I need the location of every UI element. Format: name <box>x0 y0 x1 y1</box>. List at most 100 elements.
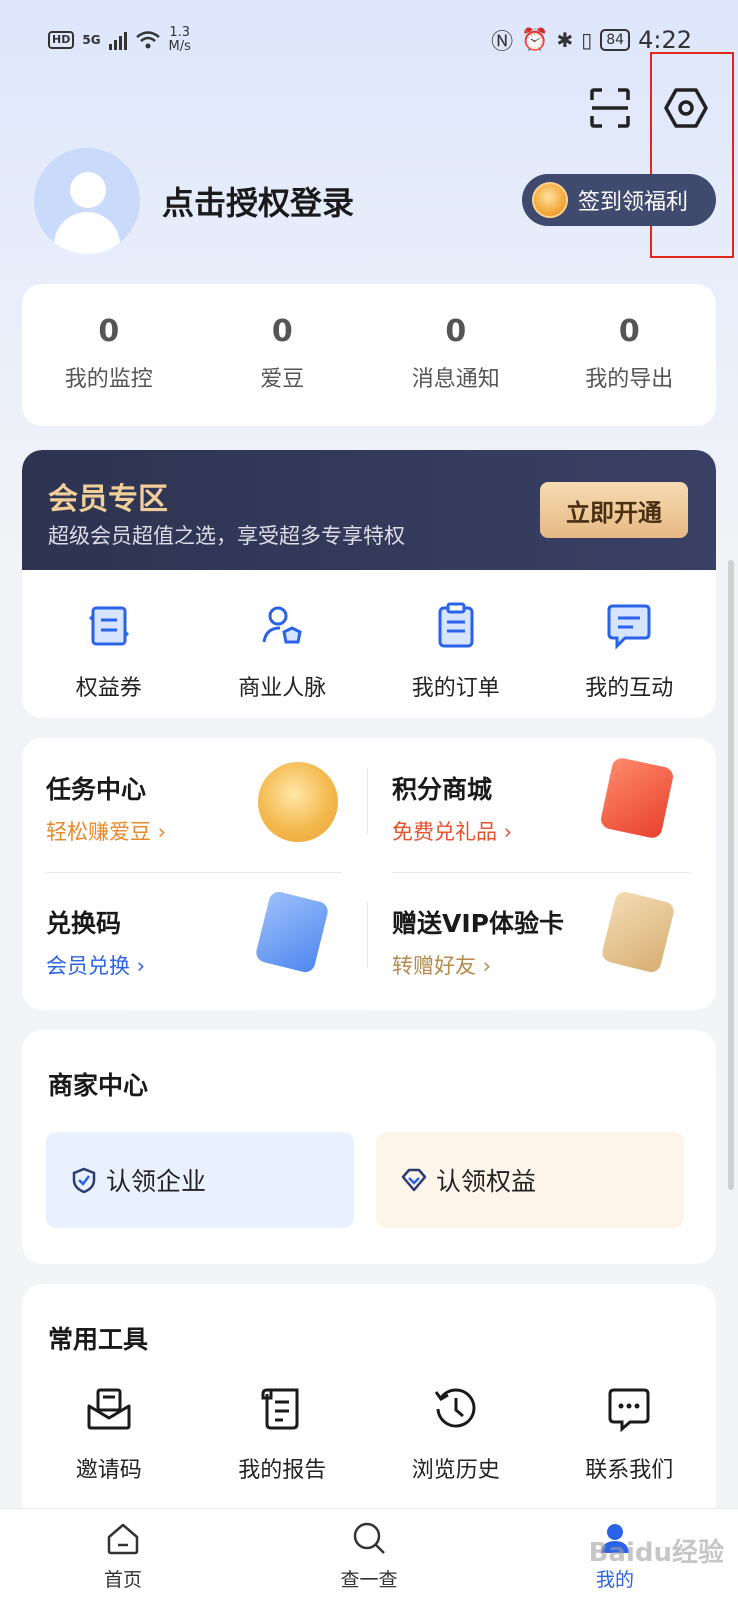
gold-coin-icon <box>258 762 338 842</box>
quick-link-orders[interactable]: 我的订单 <box>369 600 543 702</box>
report-icon <box>261 1388 299 1430</box>
claim-company-button[interactable]: 认领企业 <box>46 1132 354 1228</box>
quick-link-label: 商业人脉 <box>238 676 327 701</box>
vip-title: 会员专区 <box>48 482 168 517</box>
stats-card: 0 我的监控 0 爱豆 0 消息通知 0 我的导出 <box>22 284 716 426</box>
net-speed-unit: M/s <box>168 39 191 54</box>
tool-contact-us[interactable]: 联系我们 <box>543 1384 717 1484</box>
signin-reward-button[interactable]: 签到领福利 <box>522 174 716 226</box>
login-prompt[interactable]: 点击授权登录 <box>162 178 354 224</box>
claim-company-label: 认领企业 <box>106 1167 207 1196</box>
stat-label: 爱豆 <box>260 367 305 392</box>
stat-exports[interactable]: 0 我的导出 <box>543 284 717 426</box>
diamond-icon <box>401 1168 427 1192</box>
coin-icon <box>532 182 568 218</box>
home-icon <box>107 1523 139 1555</box>
stat-notifications[interactable]: 0 消息通知 <box>369 284 543 426</box>
tasks-card: 任务中心 轻松赚爱豆 › 积分商城 免费兑礼品 › 兑换码 会员兑换 › 赠送V… <box>22 738 716 1010</box>
exchange-card-icon <box>254 889 330 975</box>
profile-section[interactable]: 点击授权登录 <box>34 148 354 254</box>
points-mall-title: 积分商城 <box>392 775 493 804</box>
points-mall[interactable]: 积分商城 免费兑礼品 › <box>368 738 698 862</box>
watermark: Baidu经验 <box>588 1538 724 1568</box>
redeem-code-title: 兑换码 <box>46 909 122 938</box>
invite-icon <box>87 1388 131 1430</box>
task-center-sub: 轻松赚爱豆 › <box>46 820 167 844</box>
status-left: HD 5G 1.3 M/s <box>48 26 191 54</box>
highlight-annotation <box>650 52 734 258</box>
merchant-title: 商家中心 <box>48 1071 149 1100</box>
order-icon <box>438 602 474 648</box>
tool-label: 邀请码 <box>75 1458 142 1483</box>
vip-card-icon <box>600 889 676 975</box>
tools-title: 常用工具 <box>48 1325 149 1354</box>
coupon-icon <box>88 606 129 646</box>
signal-icon <box>108 30 127 50</box>
claim-rights-button[interactable]: 认领权益 <box>376 1132 684 1228</box>
stat-idou[interactable]: 0 爱豆 <box>196 284 370 426</box>
tab-home[interactable]: 首页 <box>0 1509 246 1600</box>
quick-link-label: 我的互动 <box>585 676 674 701</box>
history-icon <box>434 1388 476 1428</box>
points-mall-sub: 免费兑礼品 › <box>392 820 513 844</box>
tools-card: 常用工具 邀请码 我的报告 浏览历史 联系我们 <box>22 1284 716 1524</box>
clock: 4:22 <box>638 26 692 54</box>
tab-search[interactable]: 查一查 <box>246 1509 492 1600</box>
network-type: 5G <box>82 33 101 47</box>
wifi-icon <box>135 31 160 49</box>
tab-label: 查一查 <box>340 1569 398 1591</box>
stat-label: 消息通知 <box>411 367 500 392</box>
gift-vip-sub: 转赠好友 › <box>392 954 492 978</box>
tool-label: 联系我们 <box>585 1458 674 1483</box>
tab-label: 我的 <box>595 1569 634 1591</box>
contacts-icon <box>262 606 302 644</box>
task-center[interactable]: 任务中心 轻松赚爱豆 › <box>22 738 352 862</box>
tool-history[interactable]: 浏览历史 <box>369 1384 543 1484</box>
stat-monitor[interactable]: 0 我的监控 <box>22 284 196 426</box>
status-bar: HD 5G 1.3 M/s Ⓝ ⏰ ✱ ▯ 84 4:22 <box>0 0 738 80</box>
claim-rights-label: 认领权益 <box>436 1167 537 1196</box>
tool-label: 浏览历史 <box>411 1458 500 1483</box>
hd-badge: HD <box>48 31 75 49</box>
redeem-code-sub: 会员兑换 › <box>46 954 146 978</box>
contact-us-icon <box>608 1388 650 1433</box>
vip-banner: 会员专区 超级会员超值之选，享受超多专享特权 立即开通 <box>22 450 716 570</box>
quick-links: 权益券 商业人脉 我的订单 我的互动 <box>22 570 716 702</box>
quick-link-contacts[interactable]: 商业人脉 <box>196 600 370 702</box>
quick-link-interactions[interactable]: 我的互动 <box>543 600 717 702</box>
message-icon <box>607 604 651 650</box>
vip-card: 会员专区 超级会员超值之选，享受超多专享特权 立即开通 权益券 商业人脉 我的订… <box>22 450 716 718</box>
nfc-icon: Ⓝ <box>491 30 514 55</box>
stat-value: 0 <box>271 314 293 349</box>
task-center-title: 任务中心 <box>46 775 147 804</box>
tool-invite[interactable]: 邀请码 <box>22 1384 196 1484</box>
scan-icon[interactable] <box>588 86 632 130</box>
avatar[interactable] <box>34 148 140 254</box>
scrollbar[interactable] <box>728 560 734 1190</box>
vip-subtitle: 超级会员超值之选，享受超多专享特权 <box>48 524 405 548</box>
shield-icon <box>72 1167 96 1194</box>
battery-icon: 84 <box>600 29 631 51</box>
vibrate-icon: ▯ <box>581 28 593 52</box>
gift-vip[interactable]: 赠送VIP体验卡 转赠好友 › <box>368 872 698 996</box>
gift-card-icon <box>599 756 675 840</box>
net-speed: 1.3 M/s <box>169 26 191 54</box>
gift-vip-title: 赠送VIP体验卡 <box>392 909 564 938</box>
quick-link-coupon[interactable]: 权益券 <box>22 600 196 702</box>
bluetooth-icon: ✱ <box>556 28 574 52</box>
quick-link-label: 我的订单 <box>411 676 500 701</box>
tools-row: 邀请码 我的报告 浏览历史 联系我们 <box>22 1384 716 1484</box>
net-speed-value: 1.3 <box>169 25 191 40</box>
tool-report[interactable]: 我的报告 <box>196 1384 370 1484</box>
stat-value: 0 <box>445 314 467 349</box>
alarm-icon: ⏰ <box>521 27 549 53</box>
tab-label: 首页 <box>103 1569 142 1591</box>
merchant-card: 商家中心 认领企业 认领权益 <box>22 1030 716 1264</box>
stat-label: 我的导出 <box>585 367 674 392</box>
search-icon <box>353 1522 385 1554</box>
quick-link-label: 权益券 <box>75 676 142 701</box>
vip-open-button[interactable]: 立即开通 <box>540 482 688 538</box>
stat-label: 我的监控 <box>64 367 153 392</box>
redeem-code[interactable]: 兑换码 会员兑换 › <box>22 872 352 996</box>
stat-value: 0 <box>618 314 640 349</box>
